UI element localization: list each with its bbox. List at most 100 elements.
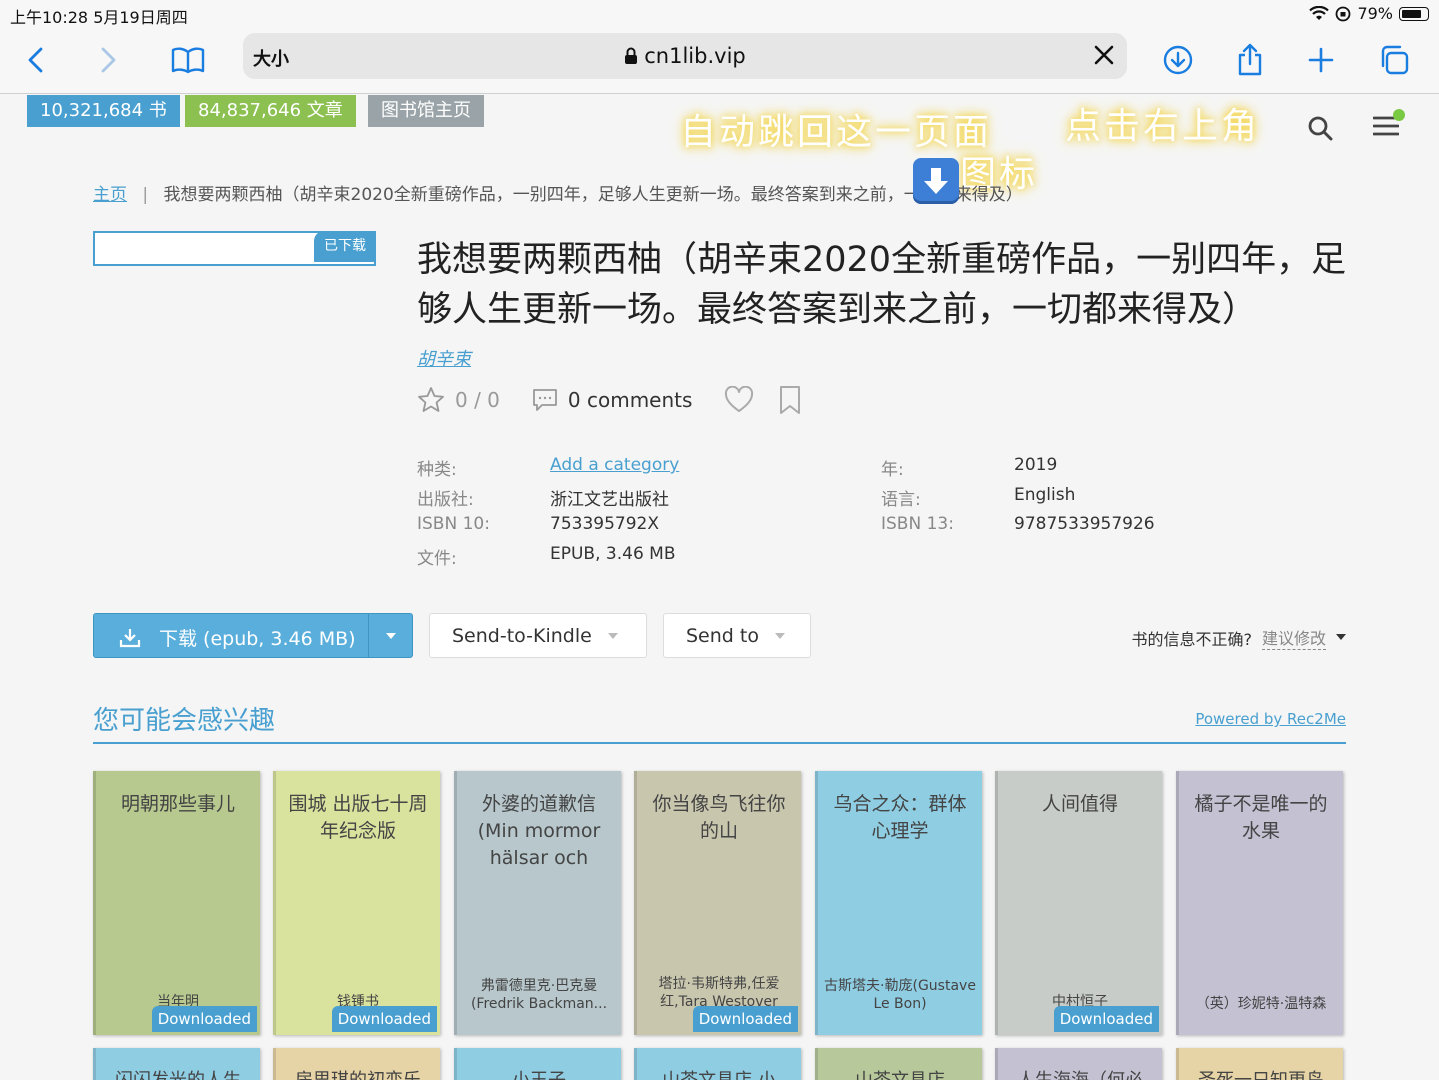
detail-value: 浙江文艺出版社 xyxy=(550,489,669,510)
detail-key: 文件: xyxy=(417,548,457,569)
book-cover[interactable]: 山茶文具店 xyxy=(815,1048,982,1080)
comment-icon[interactable] xyxy=(532,388,558,412)
dropdown-caret-icon xyxy=(774,632,785,639)
search-icon[interactable] xyxy=(1307,115,1333,141)
dropdown-caret-icon xyxy=(607,632,618,639)
detail-value: EPUB, 3.46 MB xyxy=(550,543,676,564)
send-to-kindle-button[interactable]: Send-to-Kindle xyxy=(429,613,647,658)
bookmarks-icon[interactable] xyxy=(166,38,210,82)
downloaded-badge: Downloaded xyxy=(1053,1006,1159,1032)
incorrect-info-label: 书的信息不正确? xyxy=(1131,629,1252,649)
book-cover[interactable]: 山茶文具店 小 xyxy=(634,1048,801,1080)
book-cover[interactable]: 房思琪的初恋乐 xyxy=(273,1048,440,1080)
close-icon[interactable] xyxy=(1091,42,1117,68)
address-bar[interactable]: 大小 cn1lib.vip xyxy=(243,33,1127,79)
suggest-edit-link[interactable]: 建议修改 xyxy=(1261,625,1326,650)
lock-icon xyxy=(625,47,638,64)
send-to-button[interactable]: Send to xyxy=(663,613,811,658)
book-cover-title: 橘子不是唯一的水果 xyxy=(1194,793,1328,842)
book-cover-author: 弗雷德里克·巴克曼(Fredrik Backman... xyxy=(470,978,608,1012)
download-button-label-group: 下载 (epub, 3.46 MB) xyxy=(119,624,356,651)
book-cover[interactable]: 人间值得 中村恒子 Downloaded xyxy=(995,771,1162,1035)
book-cover[interactable]: 你当像鸟飞往你的山 塔拉·韦斯特弗,任爱红,Tara Westover Downlo… xyxy=(634,771,801,1035)
download-options-toggle[interactable] xyxy=(368,614,412,657)
recommend-title: 您可能会感兴趣 xyxy=(93,706,276,736)
new-tab-icon[interactable] xyxy=(1299,38,1343,82)
annotation-line2: 点击右上角 xyxy=(1065,106,1261,147)
share-icon[interactable] xyxy=(1228,38,1272,82)
detail-key: 种类: xyxy=(417,460,457,480)
book-cover-title: 围城 出版七十周年纪念版 xyxy=(288,793,428,842)
browser-toolbar: 大小 cn1lib.vip xyxy=(0,28,1439,94)
cover-placeholder[interactable]: 已下载 xyxy=(93,231,376,266)
menu-button[interactable] xyxy=(1372,109,1405,141)
book-cover-title: 小王子 xyxy=(463,1066,615,1080)
caret-down-icon[interactable] xyxy=(1336,634,1346,641)
book-cover[interactable]: 明朝那些事儿 当年明 Downloaded xyxy=(93,771,260,1035)
download-arrow-icon xyxy=(913,158,959,204)
book-cover[interactable]: 人生海海（何必 xyxy=(995,1048,1162,1080)
detail-value: 753395792X xyxy=(550,514,659,534)
book-cover-author: 古斯塔夫·勒庞(Gustave Le Bon) xyxy=(824,978,976,1012)
status-time: 上午10:28 5月19日周四 xyxy=(10,8,188,27)
battery-percent: 79% xyxy=(1357,4,1393,23)
breadcrumb: 主页 | 我想要两颗西柚（胡辛束2020全新重磅作品，一别四年，足够人生更新一场… xyxy=(93,180,1023,205)
header-icons xyxy=(1307,109,1405,141)
star-icon[interactable] xyxy=(417,386,445,414)
articles-count-badge[interactable]: 84,837,646 文章 xyxy=(185,95,356,127)
add-category-link[interactable]: Add a category xyxy=(550,455,679,485)
detail-key: ISBN 13: xyxy=(881,514,954,534)
download-icon[interactable] xyxy=(1156,38,1200,82)
downloaded-badge: Downloaded xyxy=(151,1006,257,1032)
author-link[interactable]: 胡辛束 xyxy=(417,345,471,371)
detail-key: 语言: xyxy=(881,489,921,510)
download-button[interactable]: 下载 (epub, 3.46 MB) xyxy=(93,613,413,658)
book-title: 我想要两颗西柚（胡辛束2020全新重磅作品，一别四年，足够人生更新一场。最终答案… xyxy=(417,240,1347,330)
orientation-lock-icon xyxy=(1336,6,1351,21)
detail-row: 种类: Add a category xyxy=(417,455,679,485)
status-right: 79% xyxy=(1309,4,1429,23)
back-icon[interactable] xyxy=(14,38,58,82)
detail-row: 语言: English xyxy=(881,485,1155,515)
detail-value: 9787533957926 xyxy=(1014,514,1155,534)
book-cover-title: 房思琪的初恋乐 xyxy=(282,1066,434,1080)
wifi-icon xyxy=(1309,5,1330,20)
book-cover[interactable]: 乌合之众：群体心理学古斯塔夫·勒庞(Gustave Le Bon) xyxy=(815,771,982,1035)
book-cover[interactable]: 橘子不是唯一的水果 （英）珍妮特·温特森 xyxy=(1176,771,1343,1035)
notification-dot xyxy=(1393,109,1405,121)
battery-icon xyxy=(1399,6,1429,21)
book-cover-title: 人间值得 xyxy=(1041,793,1118,815)
book-cover-title: 你当像鸟飞往你的山 xyxy=(652,793,786,842)
send-to-label: Send to xyxy=(686,624,759,647)
detail-key: ISBN 10: xyxy=(417,514,490,534)
book-cover-title: 乌合之众：群体心理学 xyxy=(833,793,967,842)
library-home-link[interactable]: 图书馆主页 xyxy=(368,95,484,127)
book-cover[interactable]: 小王子 xyxy=(454,1048,621,1080)
detail-row: ISBN 10: 753395792X xyxy=(417,514,679,544)
forward-icon[interactable] xyxy=(86,38,130,82)
rating-value: 0 / 0 xyxy=(455,388,500,412)
books-count-badge[interactable]: 10,321,684 书 xyxy=(27,95,180,127)
breadcrumb-home-link[interactable]: 主页 xyxy=(93,185,127,205)
book-cover[interactable]: 外婆的道歉信(Min mormor hälsar och 弗雷德里克·巴克曼(Fr… xyxy=(454,771,621,1035)
url-text: cn1lib.vip xyxy=(644,44,746,68)
book-cover-title: 圣死一只知更鸟 xyxy=(1185,1066,1337,1080)
download-button-label: 下载 (epub, 3.46 MB) xyxy=(159,628,356,650)
annotation-line1: 自动跳回这一页面 xyxy=(680,112,993,153)
downloaded-badge: Downloaded xyxy=(692,1006,798,1032)
detail-row: 年: 2019 xyxy=(881,455,1155,485)
url-display[interactable]: cn1lib.vip xyxy=(243,44,1127,68)
book-cover[interactable]: 围城 出版七十周年纪念版 钱锺书 Downloaded xyxy=(273,771,440,1035)
book-cover[interactable]: 圣死一只知更鸟 xyxy=(1176,1048,1343,1080)
comments-count[interactable]: 0 comments xyxy=(568,388,693,412)
book-cover[interactable]: 闪闪发光的人生 xyxy=(93,1048,260,1080)
powered-by-link[interactable]: Powered by Rec2Me xyxy=(1195,710,1346,728)
book-cover-title: 人生海海（何必 xyxy=(1004,1066,1156,1080)
book-cover-author: （英）珍妮特·温特森 xyxy=(1195,996,1327,1012)
downloaded-tag: 已下载 xyxy=(314,231,376,262)
tabs-overview-icon[interactable] xyxy=(1372,38,1416,82)
bookmark-icon[interactable] xyxy=(778,385,802,415)
incorrect-info: 书的信息不正确? 建议修改 xyxy=(1131,625,1346,650)
heart-icon[interactable] xyxy=(724,386,754,414)
book-cover-title: 山茶文具店 小 xyxy=(643,1066,795,1080)
